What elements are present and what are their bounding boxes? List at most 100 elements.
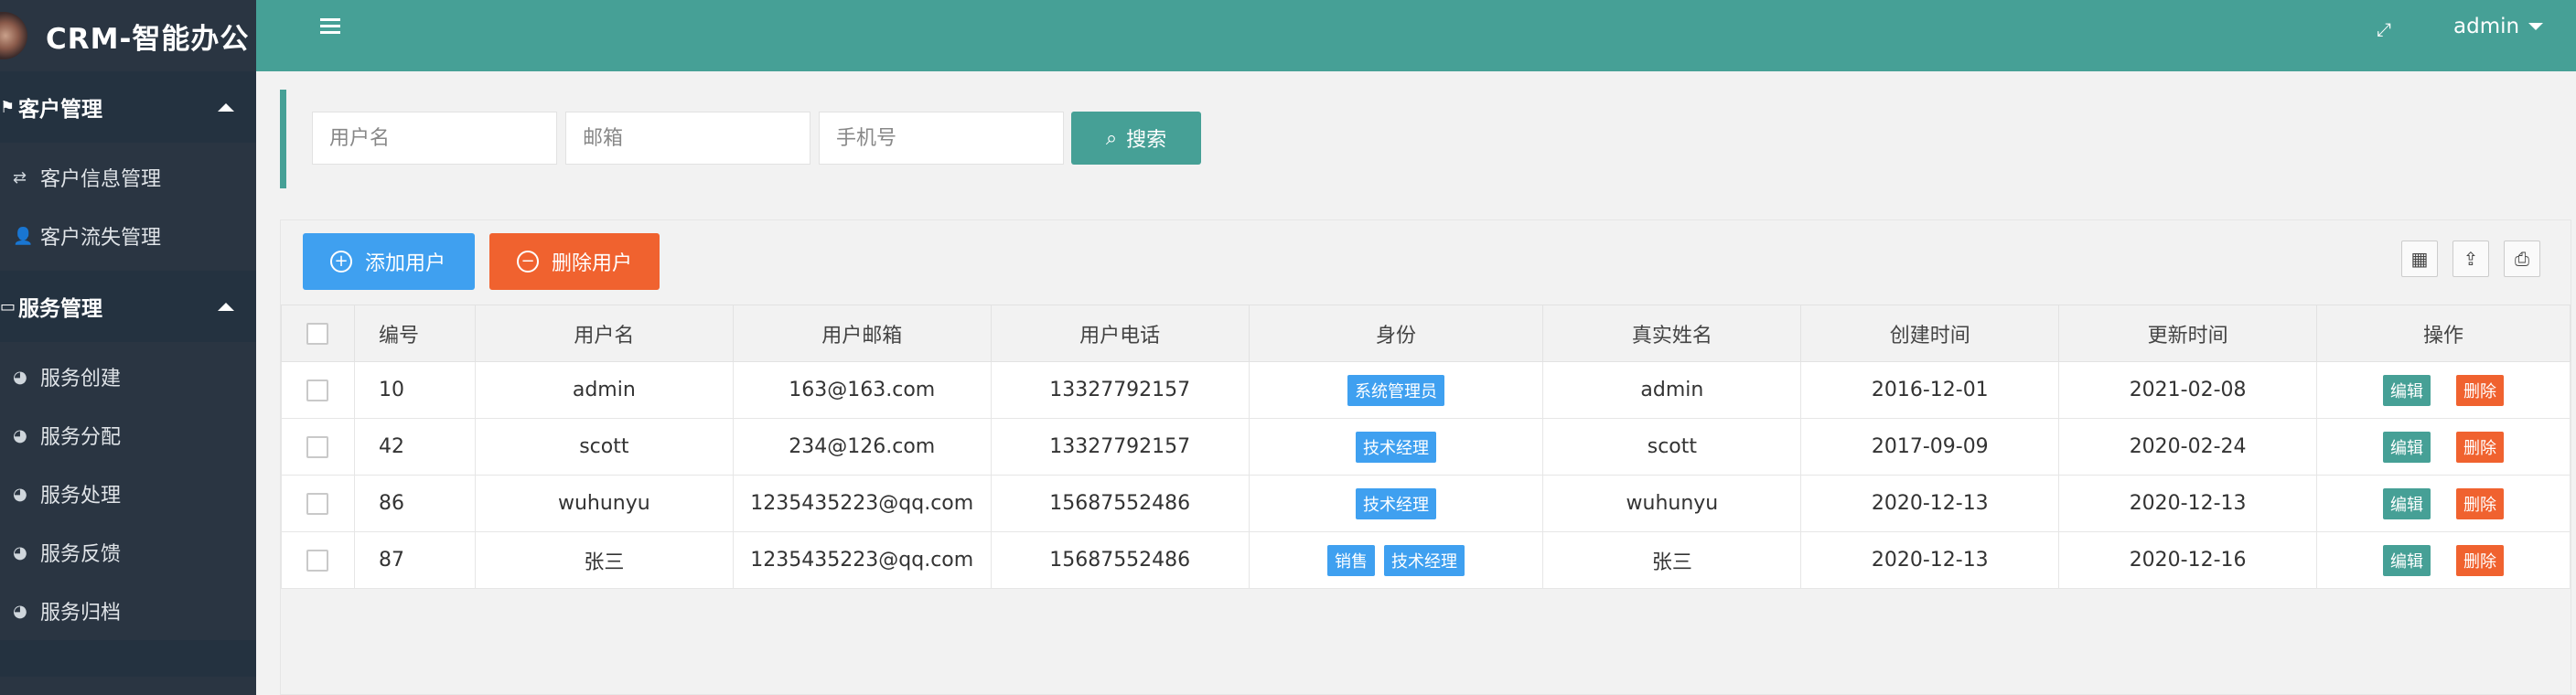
role-badge: 技术经理 xyxy=(1356,487,1437,519)
column-header[interactable]: 真实姓名 xyxy=(1542,305,1802,362)
print-icon[interactable]: ⎙ xyxy=(2504,241,2540,277)
cell-true-name: 张三 xyxy=(1542,531,1802,589)
cell-actions: 编辑 删除 xyxy=(2316,361,2571,419)
edit-button[interactable]: 编辑 xyxy=(2383,374,2431,406)
row-checkbox[interactable] xyxy=(306,380,329,401)
email-search-input[interactable] xyxy=(565,112,810,165)
cell-id: 87 xyxy=(353,531,476,589)
sidebar-group-label: 服务管理 xyxy=(18,297,102,321)
row-checkbox[interactable] xyxy=(306,550,329,572)
delete-user-button[interactable]: − 删除用户 xyxy=(489,233,660,290)
cell-email: 1235435223@qq.com xyxy=(732,475,992,532)
cell-username: scott xyxy=(474,418,734,476)
delete-user-label: 删除用户 xyxy=(552,252,633,275)
sidebar-group-customer[interactable]: ⚑ 客户管理 xyxy=(0,71,256,143)
username-search-input[interactable] xyxy=(312,112,557,165)
sidebar-item-label: 服务分配 xyxy=(40,426,122,449)
edit-button[interactable]: 编辑 xyxy=(2383,544,2431,576)
sidebar-item-service-feedback[interactable]: ◕ 服务反馈 xyxy=(0,523,256,582)
table-row: 10 admin 163@163.com 13327792157 系统管理员 a… xyxy=(281,361,2571,419)
cell-created: 2020-12-13 xyxy=(1800,475,2060,532)
cell-phone: 13327792157 xyxy=(990,361,1250,419)
table-row: 87 张三 1235435223@qq.com 15687552486 销售 技术… xyxy=(281,531,2571,589)
sidebar-group-service[interactable]: ▭ 服务管理 xyxy=(0,271,256,342)
export-icon[interactable]: ⇪ xyxy=(2453,241,2489,277)
delete-button[interactable]: 删除 xyxy=(2456,487,2505,519)
select-all-checkbox[interactable] xyxy=(306,323,329,345)
sidebar: CRM-智能办公 ⚑ 客户管理 ⇄ 客户信息管理 👤 客户流失管理 ▭ 服务管理 ◕ 服务… xyxy=(0,0,256,695)
cell-true-name: scott xyxy=(1542,418,1802,476)
sidebar-item-label: 服务处理 xyxy=(40,485,122,508)
cell-true-name: admin xyxy=(1542,361,1802,419)
row-checkbox[interactable] xyxy=(306,493,329,515)
cell-updated: 2020-12-13 xyxy=(2058,475,2318,532)
cell-id: 86 xyxy=(353,475,476,532)
cell-roles: 技术经理 xyxy=(1248,418,1544,476)
cell-created: 2016-12-01 xyxy=(1800,361,2060,419)
table-row: 42 scott 234@126.com 13327792157 技术经理 sc… xyxy=(281,418,2571,476)
cell-username: admin xyxy=(474,361,734,419)
edit-button[interactable]: 编辑 xyxy=(2383,487,2431,519)
sidebar-item-service-process[interactable]: ◕ 服务处理 xyxy=(0,465,256,523)
add-user-button[interactable]: + 添加用户 xyxy=(303,233,475,290)
row-select-cell xyxy=(281,361,355,419)
sidebar-item-customer-loss[interactable]: 👤 客户流失管理 xyxy=(0,207,256,265)
row-select-cell xyxy=(281,531,355,589)
search-icon: ⌕ xyxy=(1105,126,1118,150)
fullscreen-icon[interactable]: ⤢ xyxy=(2377,18,2391,40)
dashboard-icon: ◕ xyxy=(13,425,27,445)
edit-button[interactable]: 编辑 xyxy=(2383,431,2431,463)
sidebar-item-service-assign[interactable]: ◕ 服务分配 xyxy=(0,406,256,465)
plus-circle-icon: + xyxy=(330,251,352,273)
delete-button[interactable]: 删除 xyxy=(2456,374,2505,406)
table-row: 86 wuhunyu 1235435223@qq.com 15687552486… xyxy=(281,475,2571,532)
column-header[interactable]: 身份 xyxy=(1248,305,1544,362)
column-header[interactable]: 用户邮箱 xyxy=(732,305,992,362)
sidebar-item-label: 客户流失管理 xyxy=(40,227,162,250)
delete-button[interactable]: 删除 xyxy=(2456,431,2505,463)
role-badge: 系统管理员 xyxy=(1347,374,1445,406)
cell-updated: 2021-02-08 xyxy=(2058,361,2318,419)
cell-email: 234@126.com xyxy=(732,418,992,476)
columns-filter-icon[interactable]: ▦ xyxy=(2401,241,2438,277)
search-panel: ⌕ 搜索 xyxy=(280,90,2576,188)
cell-actions: 编辑 删除 xyxy=(2316,418,2571,476)
table-toolbar: + 添加用户 − 删除用户 ▦ ⇪ ⎙ xyxy=(281,220,2571,305)
cell-updated: 2020-02-24 xyxy=(2058,418,2318,476)
delete-button[interactable]: 删除 xyxy=(2456,544,2505,576)
user-table: 编号 用户名 用户邮箱 用户电话 身份 真实姓名 创建时间 更新时间 操作 10… xyxy=(281,305,2571,589)
phone-search-input[interactable] xyxy=(819,112,1064,165)
cell-roles: 销售 技术经理 xyxy=(1248,531,1544,589)
row-select-cell xyxy=(281,475,355,532)
menu-toggle-icon[interactable] xyxy=(320,18,340,35)
column-header[interactable]: 创建时间 xyxy=(1800,305,2060,362)
cell-actions: 编辑 删除 xyxy=(2316,531,2571,589)
column-header[interactable]: 编号 xyxy=(353,305,476,362)
cell-id: 10 xyxy=(353,361,476,419)
select-all-cell xyxy=(281,305,355,362)
cell-true-name: wuhunyu xyxy=(1542,475,1802,532)
cell-email: 1235435223@qq.com xyxy=(732,531,992,589)
search-button[interactable]: ⌕ 搜索 xyxy=(1071,112,1201,165)
chevron-down-icon xyxy=(2528,23,2544,30)
user-remove-icon: 👤 xyxy=(13,226,34,246)
column-header[interactable]: 更新时间 xyxy=(2058,305,2318,362)
column-header[interactable]: 用户名 xyxy=(474,305,734,362)
sidebar-item-service-create[interactable]: ◕ 服务创建 xyxy=(0,348,256,406)
user-name: admin xyxy=(2453,15,2520,38)
exchange-icon: ⇄ xyxy=(13,167,27,187)
sidebar-item-customer-info[interactable]: ⇄ 客户信息管理 xyxy=(0,148,256,207)
dashboard-icon: ◕ xyxy=(13,367,27,387)
sidebar-item-service-archive[interactable]: ◕ 服务归档 xyxy=(0,582,256,640)
add-user-label: 添加用户 xyxy=(365,252,446,275)
table-header-row: 编号 用户名 用户邮箱 用户电话 身份 真实姓名 创建时间 更新时间 操作 xyxy=(281,305,2571,362)
row-select-cell xyxy=(281,418,355,476)
row-checkbox[interactable] xyxy=(306,436,329,458)
column-header[interactable]: 用户电话 xyxy=(990,305,1250,362)
user-menu[interactable]: admin xyxy=(2453,15,2544,38)
role-badge: 销售 xyxy=(1327,544,1376,576)
sidebar-group-next[interactable] xyxy=(0,640,256,677)
cell-roles: 技术经理 xyxy=(1248,475,1544,532)
sidebar-item-label: 服务归档 xyxy=(40,602,122,625)
flag-icon: ⚑ xyxy=(0,97,16,117)
